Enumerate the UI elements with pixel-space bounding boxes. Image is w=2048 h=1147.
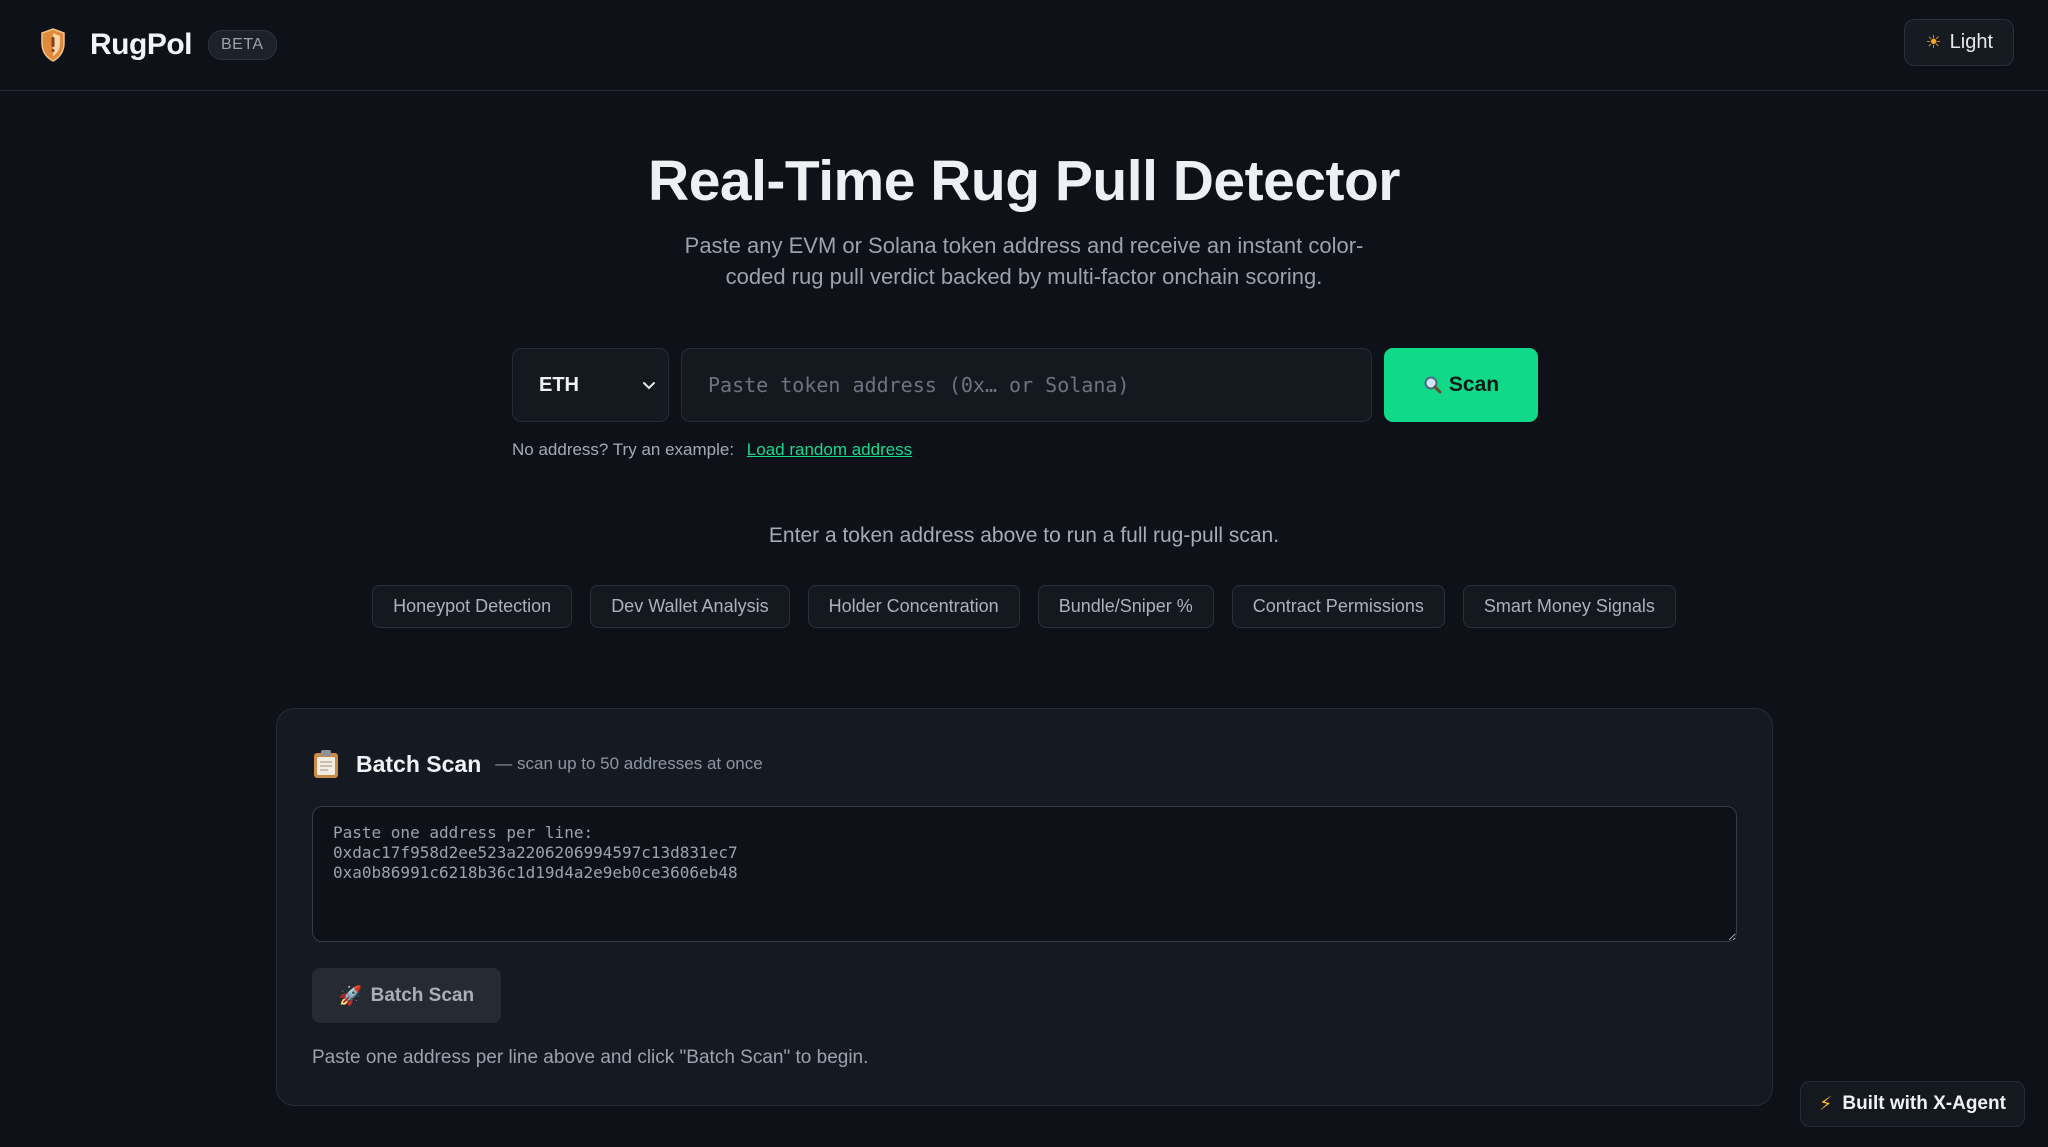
token-address-input[interactable]: [681, 348, 1372, 422]
page-subtitle: Paste any EVM or Solana token address an…: [684, 233, 1364, 289]
scan-button[interactable]: Scan: [1384, 348, 1538, 422]
chip-bundle-sniper: Bundle/Sniper %: [1037, 585, 1214, 628]
page-title: Real-Time Rug Pull Detector: [648, 149, 1400, 213]
scan-button-label: Scan: [1448, 373, 1500, 396]
chip-smart-money-signals: Smart Money Signals: [1462, 585, 1676, 628]
search-row: ETH Scan: [512, 348, 1538, 422]
load-random-address-link[interactable]: Load random address: [747, 440, 912, 459]
batch-scan-header: Batch Scan — scan up to 50 addresses at …: [312, 749, 763, 779]
batch-scan-hint: Paste one address per line above and cli…: [312, 1047, 869, 1068]
brand-name[interactable]: RugPol: [90, 28, 193, 62]
clipboard-icon: [314, 750, 338, 778]
chain-select[interactable]: ETH: [512, 348, 669, 422]
batch-scan-card: Batch Scan — scan up to 50 addresses at …: [276, 708, 1773, 1106]
batch-scan-subtitle: — scan up to 50 addresses at once: [495, 754, 763, 773]
theme-toggle-label: Light: [1949, 31, 1993, 53]
rocket-icon: 🚀: [338, 985, 363, 1007]
top-bar: RugPol BETA ☀ Light: [0, 0, 2048, 91]
chevron-down-icon: [643, 382, 655, 390]
shield-logo-icon: [38, 25, 68, 65]
lightning-icon: ⚡: [1819, 1093, 1833, 1115]
chain-select-value: ETH: [539, 373, 579, 396]
built-with-label: Built with X-Agent: [1842, 1093, 2006, 1114]
search-icon: [1424, 376, 1442, 394]
chip-contract-permissions: Contract Permissions: [1231, 585, 1445, 628]
built-with-badge[interactable]: ⚡ Built with X-Agent: [1800, 1081, 2025, 1127]
feature-chips: Honeypot Detection Dev Wallet Analysis H…: [0, 585, 2048, 628]
chip-honeypot-detection: Honeypot Detection: [372, 585, 573, 628]
batch-scan-button[interactable]: 🚀 Batch Scan: [312, 968, 501, 1023]
batch-scan-title: Batch Scan: [356, 750, 482, 777]
chip-dev-wallet-analysis: Dev Wallet Analysis: [590, 585, 790, 628]
chip-holder-concentration: Holder Concentration: [807, 585, 1020, 628]
scan-hint: Enter a token address above to run a ful…: [768, 524, 1280, 547]
batch-scan-button-label: Batch Scan: [370, 984, 475, 1006]
beta-badge: BETA: [208, 30, 277, 60]
example-row: No address? Try an example: Load random …: [512, 440, 912, 460]
example-prefix: No address? Try an example:: [512, 440, 735, 459]
theme-toggle-button[interactable]: ☀ Light: [1904, 19, 2014, 66]
batch-address-textarea[interactable]: [312, 806, 1737, 942]
sun-icon: ☀: [1925, 32, 1942, 52]
